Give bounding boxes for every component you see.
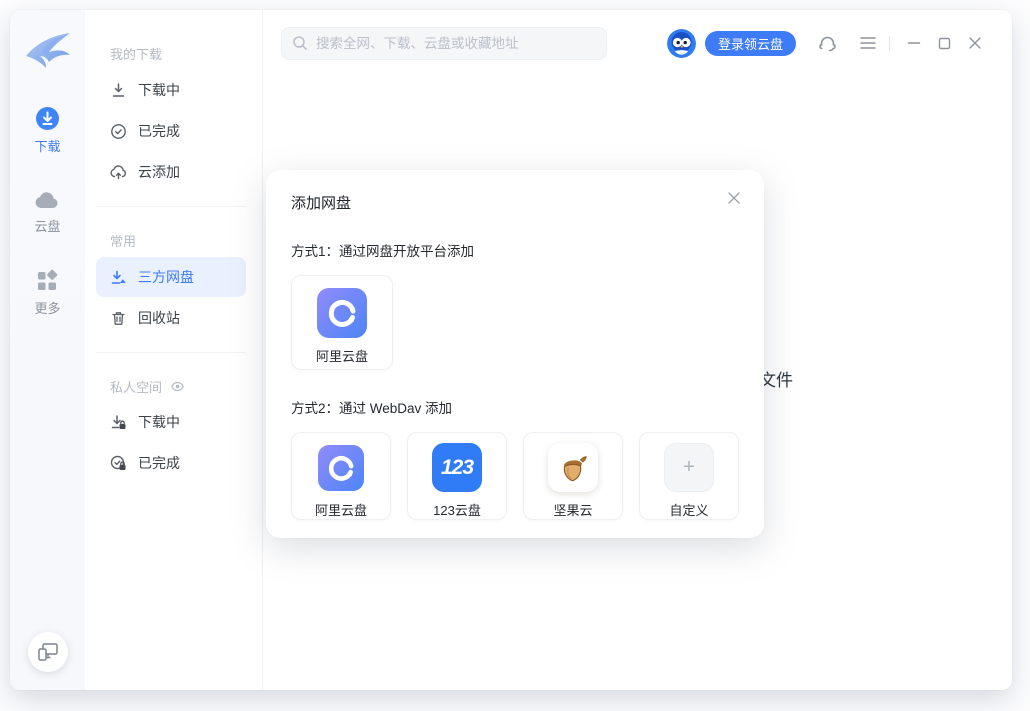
sidebar-item-private-completed[interactable]: 已完成: [96, 443, 246, 483]
drive-card-label: 123云盘: [433, 500, 481, 519]
sidebar-item-label: 已完成: [138, 121, 180, 141]
custom-plus-icon: +: [664, 443, 714, 492]
private-downloading-lock-icon: [110, 414, 127, 431]
method-2-cards: 阿里云盘 123 123云盘 坚果云 + 自定: [291, 432, 739, 520]
more-grid-icon: [35, 269, 59, 293]
drive-card-label: 阿里云盘: [316, 346, 368, 365]
nav-header-common: 常用: [85, 231, 262, 256]
sidebar-item-label: 云添加: [138, 162, 180, 182]
sidebar-item-cloud-add[interactable]: 云添加: [96, 152, 246, 192]
login-button[interactable]: 登录领云盘: [705, 31, 796, 56]
nav-divider: [96, 352, 246, 353]
drive-card-aliyun-open[interactable]: 阿里云盘: [291, 275, 393, 370]
close-window-button[interactable]: [968, 36, 982, 50]
cloud-add-icon: [110, 164, 127, 181]
left-rail: 下载 云盘 更多: [10, 10, 85, 690]
sidebar-item-completed[interactable]: 已完成: [96, 111, 246, 151]
rail-label-download: 下载: [34, 136, 60, 155]
method-2-label: 方式2：通过 WebDav 添加: [291, 397, 739, 417]
drive-card-123pan[interactable]: 123 123云盘: [407, 432, 507, 520]
sidebar-item-third-party-drive[interactable]: 三方网盘: [96, 257, 246, 297]
device-transfer-button[interactable]: [28, 632, 68, 672]
nutstore-acorn-icon: [548, 443, 598, 492]
private-completed-lock-icon: [110, 455, 127, 472]
sidebar-item-label: 回收站: [138, 308, 180, 328]
sidebar-item-downloading[interactable]: 下载中: [96, 70, 246, 110]
add-cloud-drive-modal: 添加网盘 方式1：通过网盘开放平台添加 阿里云盘 方式2：通过 WebDav 添…: [266, 170, 764, 538]
method-1-cards: 阿里云盘: [291, 275, 739, 370]
sidebar-nav: 我的下载 下载中 已完成 云添加 常用 三方网盘: [85, 10, 263, 690]
rail-label-more: 更多: [34, 298, 60, 317]
drive-card-label: 阿里云盘: [315, 500, 367, 519]
background-text-fragment: 文件: [759, 366, 793, 391]
thunder-bird-logo: [20, 26, 76, 72]
drive-card-custom[interactable]: + 自定义: [639, 432, 739, 520]
drive-card-label: 坚果云: [553, 500, 592, 519]
rail-item-cloud[interactable]: 云盘: [34, 189, 60, 235]
search-bar: [281, 27, 607, 60]
123pan-icon: 123: [432, 443, 482, 492]
sidebar-item-label: 下载中: [138, 80, 180, 100]
support-headset-icon[interactable]: [818, 34, 837, 53]
rail-label-cloud: 云盘: [34, 216, 60, 235]
rail-item-more[interactable]: 更多: [34, 269, 60, 317]
menu-icon[interactable]: [859, 36, 877, 50]
trash-icon: [110, 310, 127, 327]
nav-header-my-downloads: 我的下载: [85, 44, 262, 69]
maximize-button[interactable]: [938, 37, 951, 50]
sidebar-item-private-downloading[interactable]: 下载中: [96, 402, 246, 442]
topbar: 登录领云盘: [263, 10, 1012, 76]
drive-card-aliyun-webdav[interactable]: 阿里云盘: [291, 432, 391, 520]
topbar-separator: [889, 36, 890, 51]
method-1-label: 方式1：通过网盘开放平台添加: [291, 240, 739, 260]
eye-icon[interactable]: [170, 379, 185, 394]
third-party-drive-icon: [110, 269, 127, 286]
app-window: 下载 云盘 更多 我的下载: [10, 10, 1012, 690]
search-input[interactable]: [281, 27, 607, 60]
rail-item-download[interactable]: 下载: [34, 106, 60, 155]
downloading-icon: [110, 82, 127, 99]
sidebar-item-recycle-bin[interactable]: 回收站: [96, 298, 246, 338]
modal-close-icon[interactable]: [724, 188, 744, 208]
cloud-icon: [34, 189, 60, 211]
drive-card-nutstore[interactable]: 坚果云: [523, 432, 623, 520]
aliyun-drive-icon: [316, 443, 366, 492]
drive-card-label: 自定义: [669, 500, 708, 519]
avatar[interactable]: [667, 29, 696, 58]
download-circle-icon: [35, 106, 60, 131]
sidebar-item-label: 三方网盘: [138, 267, 194, 287]
search-icon: [292, 35, 308, 51]
sidebar-item-label: 下载中: [138, 412, 180, 432]
device-transfer-icon: [37, 642, 59, 662]
minimize-button[interactable]: [907, 36, 921, 50]
nav-divider: [96, 206, 246, 207]
completed-icon: [110, 123, 127, 140]
modal-title: 添加网盘: [291, 192, 739, 213]
sidebar-item-label: 已完成: [138, 453, 180, 473]
nav-header-private-space: 私人空间: [110, 377, 162, 396]
aliyun-drive-icon: [317, 288, 367, 338]
